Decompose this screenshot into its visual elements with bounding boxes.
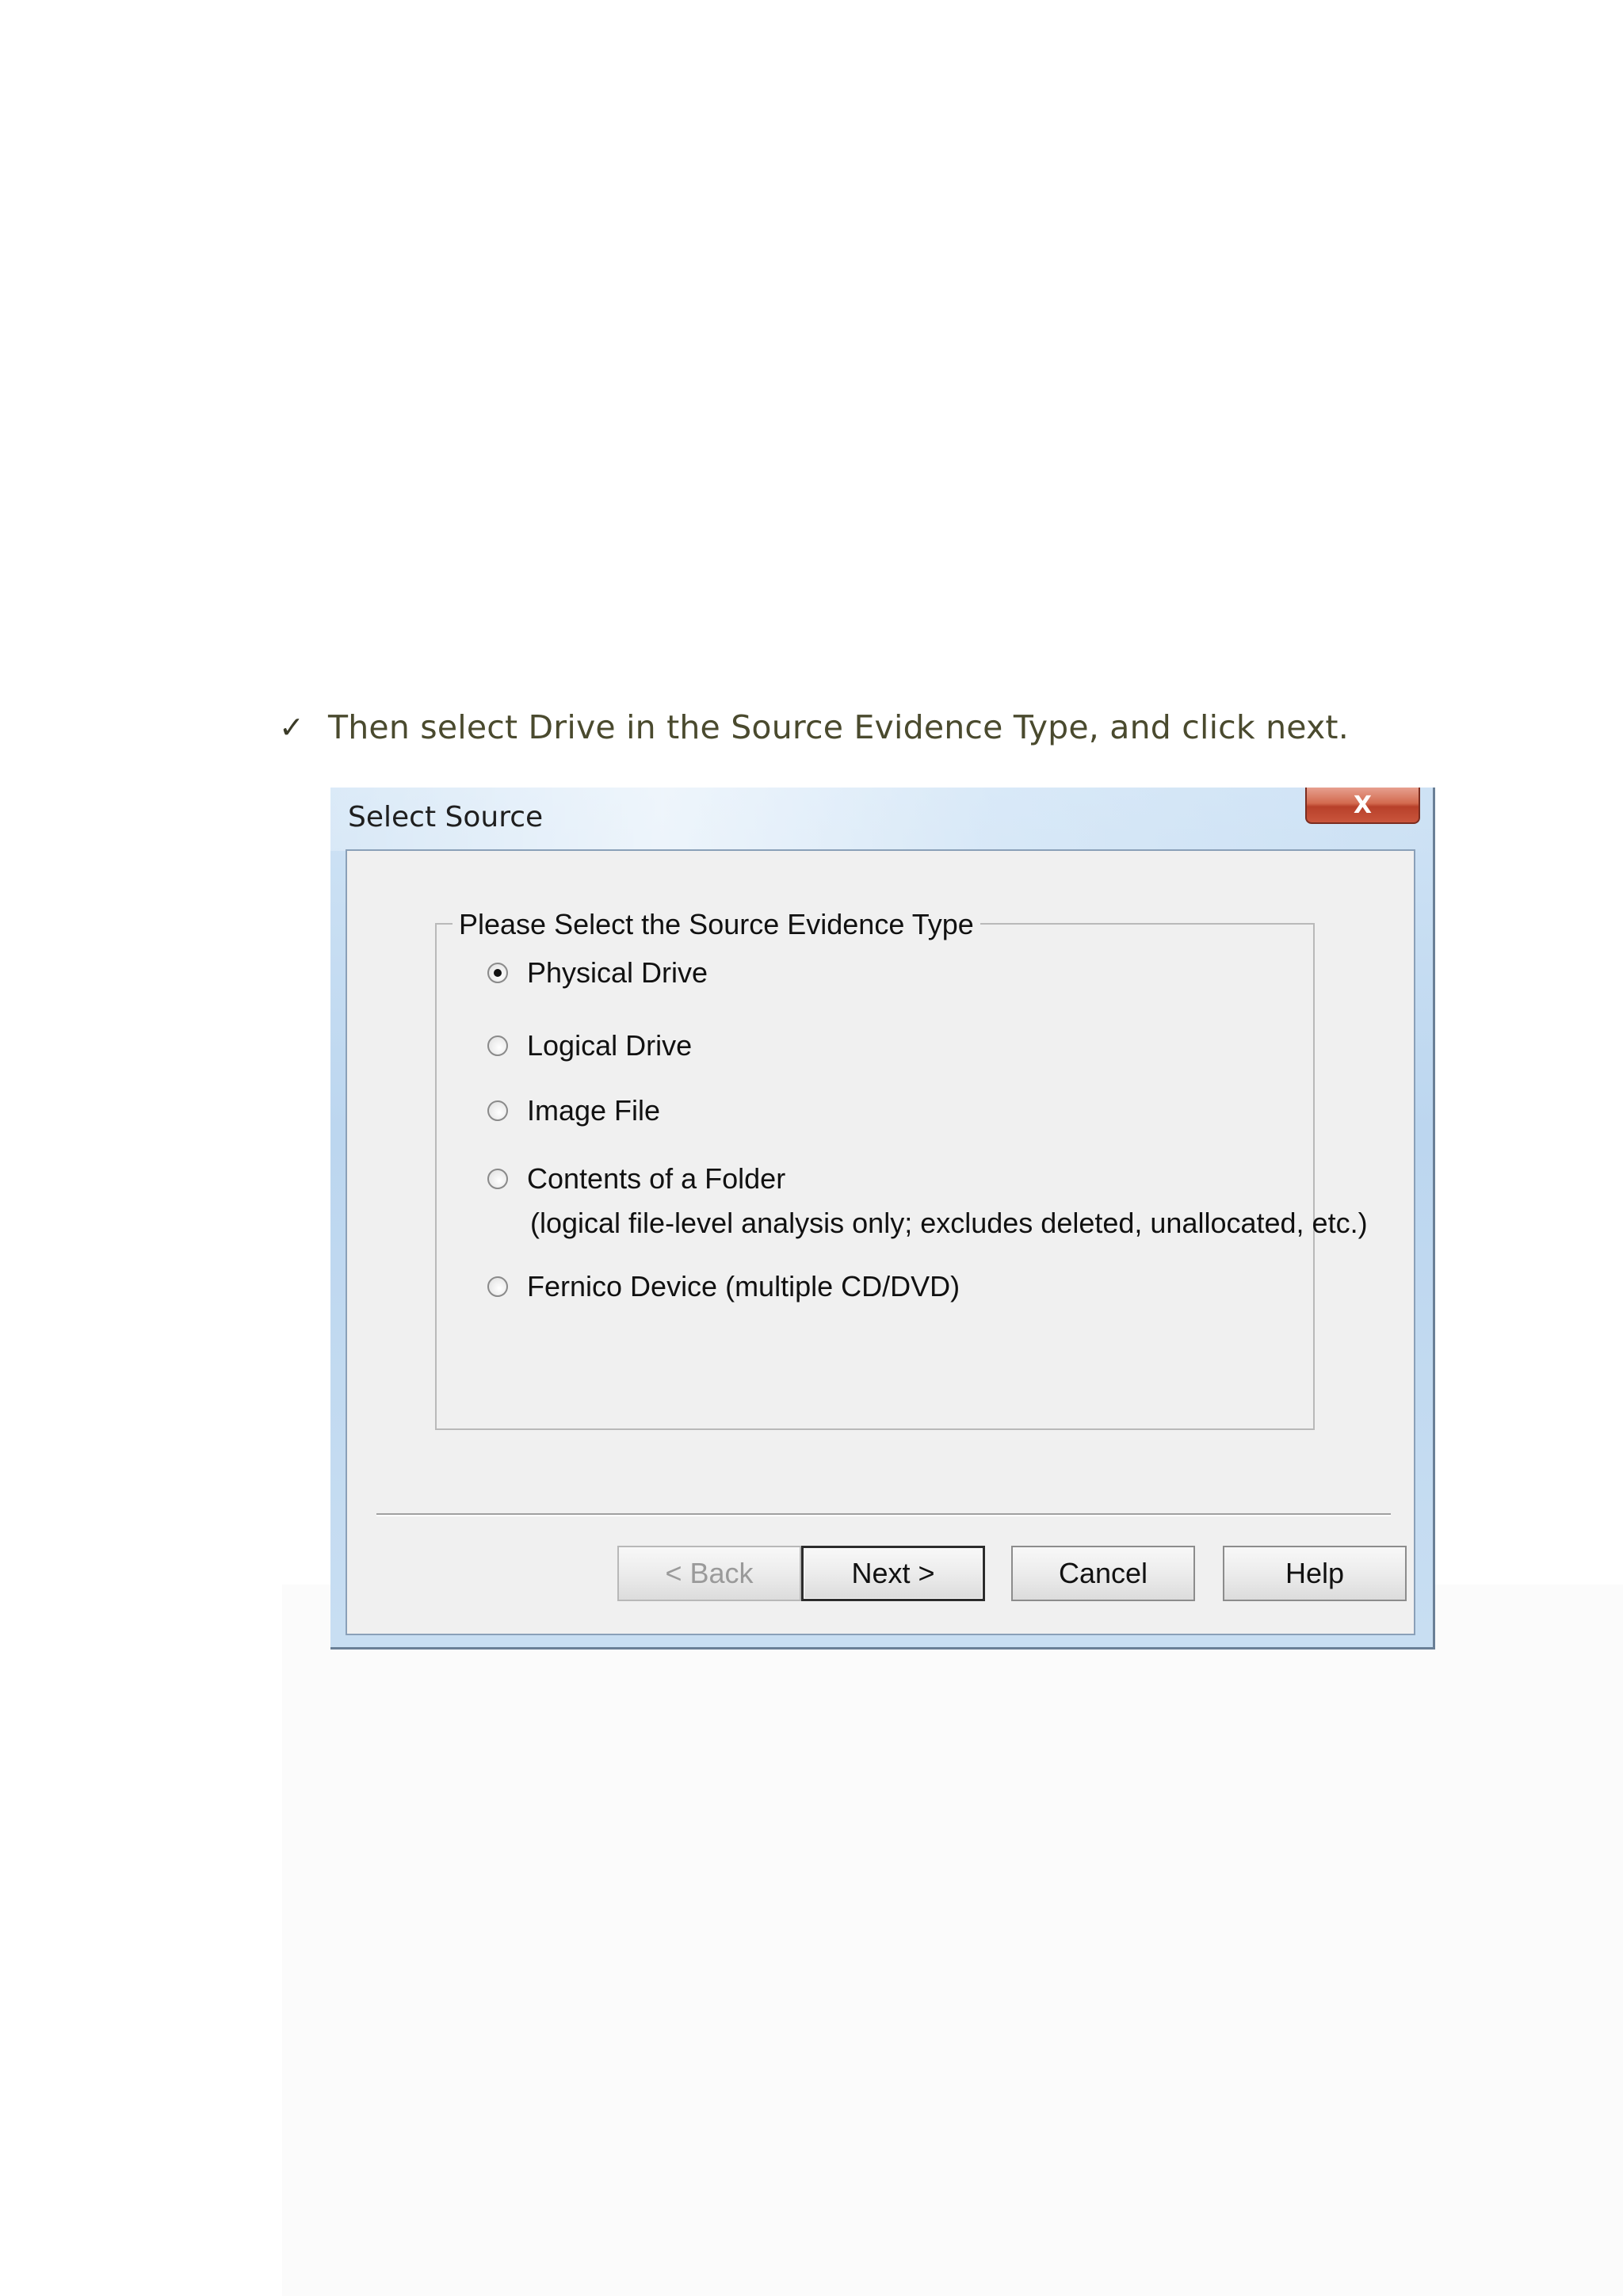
dialog-titlebar[interactable]: Select Source X [330,788,1433,849]
page-background-shade [282,1585,1623,2296]
radio-fernico-device[interactable]: Fernico Device (multiple CD/DVD) [487,1267,960,1306]
back-button[interactable]: < Back [617,1546,801,1601]
radio-physical-drive[interactable]: Physical Drive [487,953,708,993]
radio-label: Image File [527,1094,661,1127]
radio-logical-drive[interactable]: Logical Drive [487,1026,692,1066]
radio-label: Fernico Device (multiple CD/DVD) [527,1270,960,1302]
instruction-text: Then select Drive in the Source Evidence… [328,708,1349,746]
close-icon: X [1353,791,1373,819]
radio-button[interactable] [487,1169,508,1189]
checkmark-icon: ✓ [279,710,305,745]
dialog-title: Select Source [348,801,544,833]
groupbox-legend: Please Select the Source Evidence Type [453,907,980,942]
radio-button[interactable] [487,1276,508,1297]
cancel-button[interactable]: Cancel [1011,1546,1195,1601]
close-button[interactable]: X [1305,788,1420,824]
radio-button[interactable] [487,1100,508,1121]
next-button[interactable]: Next > [801,1546,985,1601]
button-separator [376,1513,1391,1516]
radio-button[interactable] [487,1035,508,1056]
dialog-client-area: Please Select the Source Evidence Type P… [346,849,1415,1635]
radio-label: Logical Drive [527,1029,693,1062]
radio-label: Contents of a Folder [527,1162,786,1195]
help-button[interactable]: Help [1223,1546,1407,1601]
radio-label: Physical Drive [527,956,708,989]
select-source-dialog: Select Source X Please Select the Source… [330,788,1435,1650]
radio-button-checked[interactable] [487,963,508,983]
source-type-groupbox: Please Select the Source Evidence Type P… [435,907,1368,1430]
instruction-line: ✓ Then select Drive in the Source Eviden… [279,704,1349,751]
radio-sublabel: (logical file-level analysis only; exclu… [530,1207,1368,1239]
radio-image-file[interactable]: Image File [487,1091,660,1131]
radio-contents-of-folder[interactable]: Contents of a Folder [487,1159,785,1199]
